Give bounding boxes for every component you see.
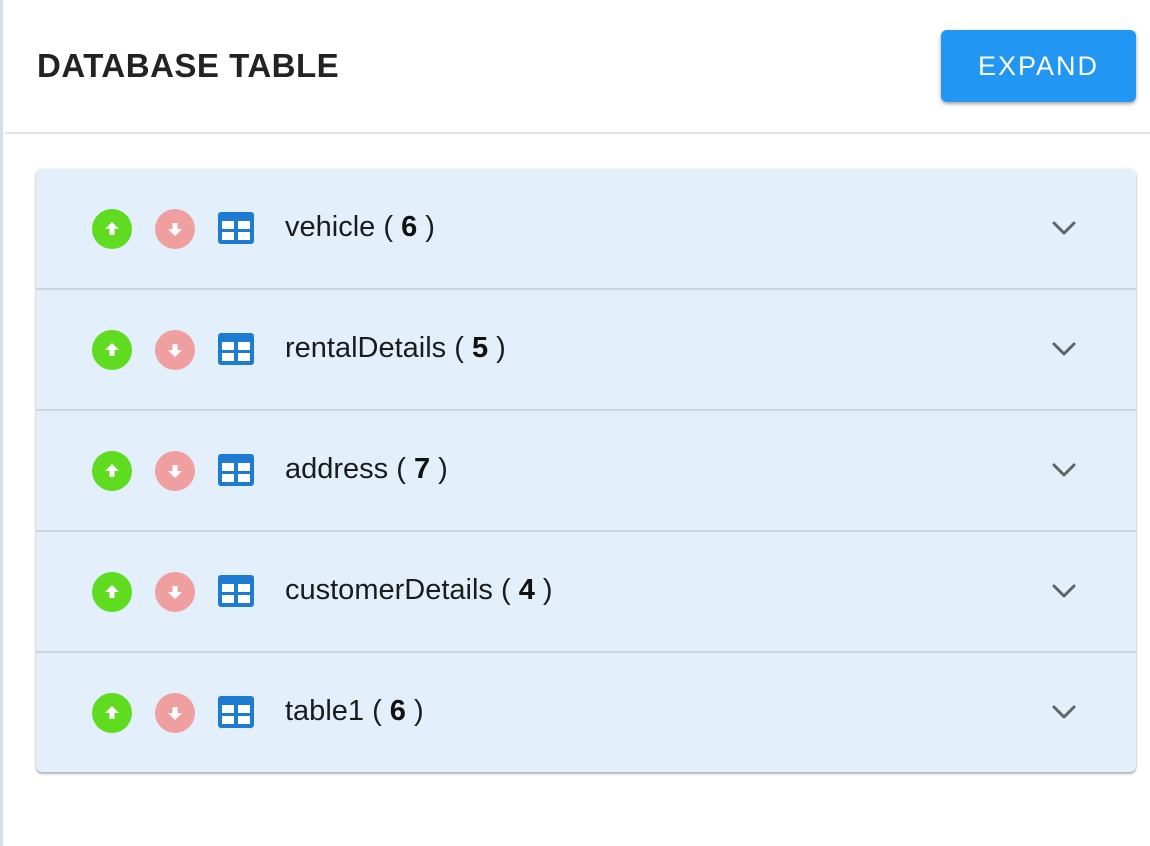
arrow-up-icon[interactable] [92, 693, 132, 733]
chevron-down-icon[interactable] [1049, 458, 1079, 482]
table-label: vehicle ( 6 ) [285, 211, 435, 243]
page-title: DATABASE TABLE [37, 47, 340, 84]
left-edge-border [0, 0, 3, 846]
table-grid-icon [218, 575, 254, 607]
table-accordion: vehicle ( 6 ) rentalDetails ( 5 ) addres… [36, 169, 1136, 772]
arrow-up-icon[interactable] [92, 451, 132, 491]
chevron-down-icon[interactable] [1049, 579, 1079, 603]
arrow-down-icon[interactable] [155, 572, 195, 612]
accordion-row-table1[interactable]: table1 ( 6 ) [36, 653, 1136, 772]
table-name: customerDetails [285, 574, 493, 606]
table-name: table1 [285, 695, 365, 727]
table-grid-icon [218, 333, 254, 365]
table-count: 4 [518, 574, 535, 606]
table-count: 7 [413, 453, 431, 485]
accordion-row-address[interactable]: address ( 7 ) [36, 411, 1136, 532]
table-count: 6 [401, 211, 418, 243]
table-label: address ( 7 ) [285, 453, 448, 485]
arrow-up-icon[interactable] [92, 209, 132, 249]
accordion-row-vehicle[interactable]: vehicle ( 6 ) [36, 169, 1136, 290]
chevron-down-icon[interactable] [1049, 337, 1079, 361]
arrow-down-icon[interactable] [155, 330, 195, 370]
arrow-up-icon[interactable] [92, 330, 132, 370]
accordion-row-rentalDetails[interactable]: rentalDetails ( 5 ) [36, 290, 1136, 411]
arrow-down-icon[interactable] [155, 209, 195, 249]
table-count: 6 [389, 695, 406, 727]
table-name: address [285, 453, 389, 485]
chevron-down-icon[interactable] [1049, 700, 1079, 724]
table-label: customerDetails ( 4 ) [285, 574, 553, 606]
expand-button[interactable]: EXPAND [941, 30, 1136, 102]
arrow-down-icon[interactable] [155, 693, 195, 733]
table-name: rentalDetails [285, 332, 447, 364]
table-grid-icon [218, 696, 254, 728]
table-grid-icon [218, 454, 254, 486]
table-label: table1 ( 6 ) [285, 695, 424, 727]
table-grid-icon [218, 212, 254, 244]
table-label: rentalDetails ( 5 ) [285, 332, 506, 364]
header: DATABASE TABLE EXPAND [5, 0, 1150, 134]
page: DATABASE TABLE EXPAND vehicle ( 6 ) rent… [0, 0, 1150, 846]
chevron-down-icon[interactable] [1049, 216, 1079, 240]
arrow-up-icon[interactable] [92, 572, 132, 612]
table-name: vehicle [285, 211, 376, 243]
table-count: 5 [471, 332, 489, 364]
arrow-down-icon[interactable] [155, 451, 195, 491]
accordion-row-customerDetails[interactable]: customerDetails ( 4 ) [36, 532, 1136, 653]
